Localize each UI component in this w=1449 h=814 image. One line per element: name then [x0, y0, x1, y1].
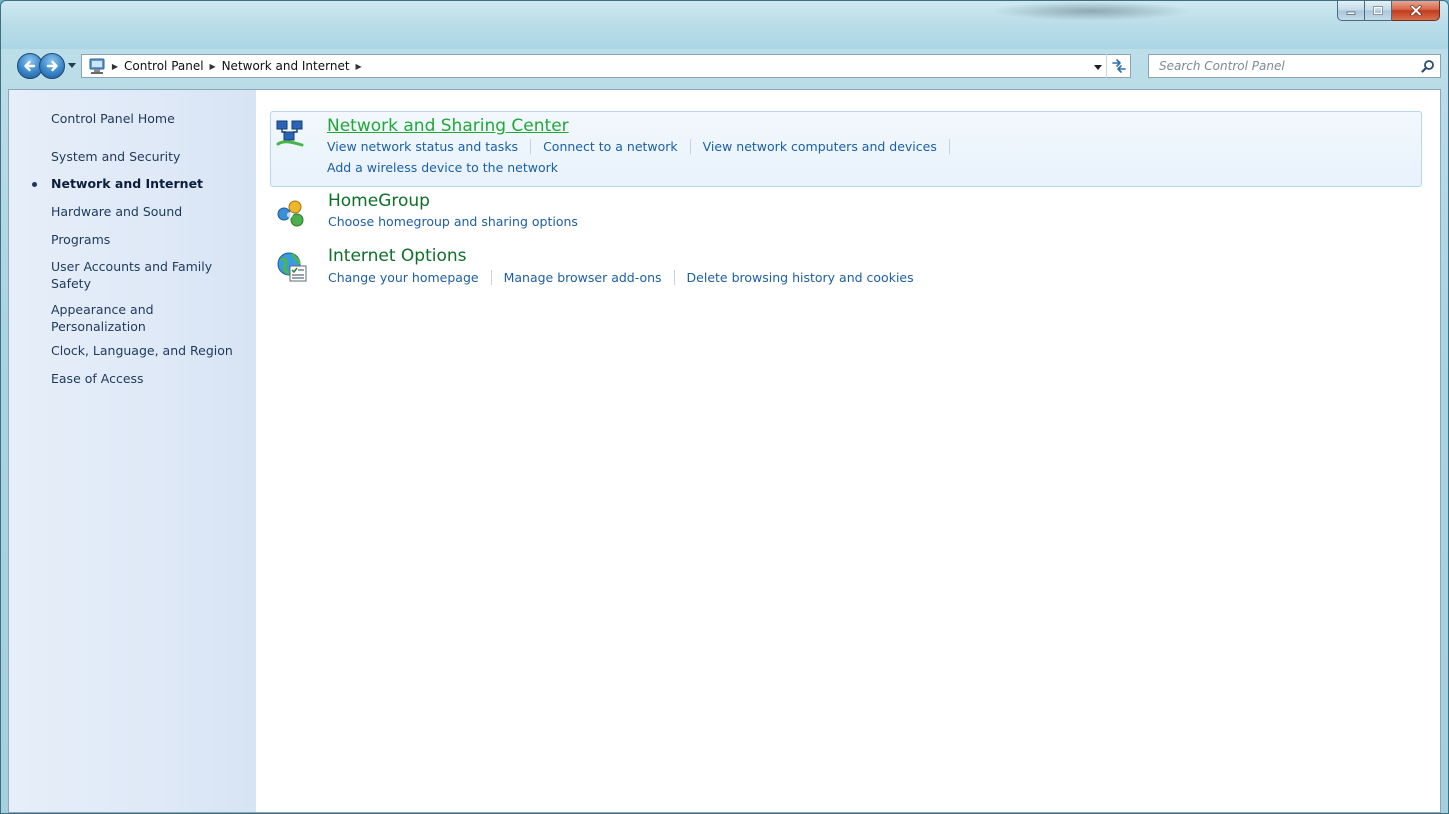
minimize-icon [1346, 11, 1356, 15]
category-links-row: View network status and tasks Connect to… [327, 139, 962, 154]
link-divider [673, 270, 675, 285]
refresh-icon [1111, 59, 1126, 73]
homegroup-link[interactable]: HomeGroup [328, 191, 430, 211]
homegroup-icon [275, 197, 309, 231]
maximize-icon [1373, 5, 1383, 15]
close-icon [1409, 5, 1422, 16]
sidebar-item-label: User Accounts and Family Safety [51, 259, 213, 291]
network-sharing-icon [274, 118, 308, 152]
address-history-dropdown[interactable] [1092, 61, 1104, 73]
link-divider [948, 139, 950, 154]
manage-browser-addons-link[interactable]: Manage browser add-ons [504, 270, 662, 285]
breadcrumb-separator[interactable]: ▶ [206, 62, 220, 71]
category-links-row: Change your homepage Manage browser add-… [328, 270, 914, 285]
active-bullet-icon [32, 182, 37, 187]
breadcrumb-control-panel[interactable]: Control Panel [122, 59, 206, 73]
breadcrumb-separator[interactable]: ▶ [108, 62, 122, 71]
add-wireless-device-link[interactable]: Add a wireless device to the network [327, 160, 558, 175]
sidebar-item-clock-language-and-region[interactable]: Clock, Language, and Region [51, 342, 251, 359]
link-divider [490, 270, 492, 285]
title-bar[interactable] [1, 1, 1448, 49]
category-links-row: Choose homegroup and sharing options [328, 214, 578, 229]
delete-browsing-history-link[interactable]: Delete browsing history and cookies [687, 270, 914, 285]
breadcrumb-separator[interactable]: ▶ [352, 62, 366, 71]
chevron-down-icon [68, 63, 76, 68]
link-divider [689, 139, 691, 154]
internet-options-icon [275, 250, 309, 284]
content-area: Control Panel Home System and Security N… [8, 89, 1441, 813]
address-bar[interactable]: ▶ Control Panel ▶ Network and Internet ▶ [81, 54, 1131, 78]
homegroup-sharing-options-link[interactable]: Choose homegroup and sharing options [328, 214, 578, 229]
title-glow [991, 1, 1191, 21]
back-arrow-icon [24, 60, 36, 72]
chevron-down-icon [1094, 65, 1102, 70]
sidebar-item-label: Network and Internet [51, 176, 204, 191]
close-button[interactable] [1392, 1, 1440, 21]
network-and-sharing-center-link[interactable]: Network and Sharing Center [327, 116, 569, 136]
sidebar-item-label: Appearance and Personalization [51, 302, 154, 334]
link-divider [530, 139, 532, 154]
category-links-row: Add a wireless device to the network [327, 160, 558, 175]
search-button[interactable] [1416, 55, 1440, 77]
category-network-and-sharing-center: Network and Sharing Center View network … [270, 111, 1422, 187]
sidebar-item-label: System and Security [51, 149, 181, 164]
internet-options-link[interactable]: Internet Options [328, 246, 467, 266]
forward-button[interactable] [39, 53, 65, 79]
sidebar-item-label: Control Panel Home [51, 111, 175, 126]
sidebar-item-network-and-internet: Network and Internet [32, 175, 251, 192]
main-panel: Network and Sharing Center View network … [256, 90, 1440, 812]
connect-to-network-link[interactable]: Connect to a network [543, 139, 678, 154]
sidebar: Control Panel Home System and Security N… [9, 90, 256, 812]
sidebar-item-label: Hardware and Sound [51, 204, 183, 219]
recent-pages-dropdown[interactable] [67, 59, 77, 71]
breadcrumb-network-and-internet[interactable]: Network and Internet [220, 59, 352, 73]
search-icon [1421, 60, 1434, 73]
sidebar-item-hardware-and-sound[interactable]: Hardware and Sound [51, 203, 251, 220]
sidebar-item-label: Programs [51, 232, 111, 247]
forward-arrow-icon [46, 60, 58, 72]
control-panel-icon [86, 55, 108, 77]
view-network-computers-link[interactable]: View network computers and devices [703, 139, 937, 154]
navigation-bar: ▶ Control Panel ▶ Network and Internet ▶ [7, 51, 1444, 81]
caption-buttons [1337, 1, 1440, 21]
minimize-button[interactable] [1337, 1, 1365, 21]
refresh-button[interactable] [1106, 54, 1130, 78]
sidebar-item-label: Ease of Access [51, 371, 144, 386]
sidebar-item-label: Clock, Language, and Region [51, 343, 233, 358]
control-panel-window: ▶ Control Panel ▶ Network and Internet ▶ [0, 0, 1449, 814]
sidebar-item-user-accounts-and-family-safety[interactable]: User Accounts and Family Safety [51, 258, 226, 292]
sidebar-item-appearance-and-personalization[interactable]: Appearance and Personalization [51, 301, 181, 335]
view-network-status-link[interactable]: View network status and tasks [327, 139, 518, 154]
search-input[interactable] [1149, 56, 1416, 76]
change-homepage-link[interactable]: Change your homepage [328, 270, 479, 285]
sidebar-item-system-and-security[interactable]: System and Security [51, 148, 251, 165]
maximize-button[interactable] [1365, 1, 1392, 21]
sidebar-item-ease-of-access[interactable]: Ease of Access [51, 370, 251, 387]
sidebar-item-control-panel-home[interactable]: Control Panel Home [51, 110, 251, 127]
search-box [1148, 54, 1441, 78]
sidebar-item-programs[interactable]: Programs [51, 231, 251, 248]
